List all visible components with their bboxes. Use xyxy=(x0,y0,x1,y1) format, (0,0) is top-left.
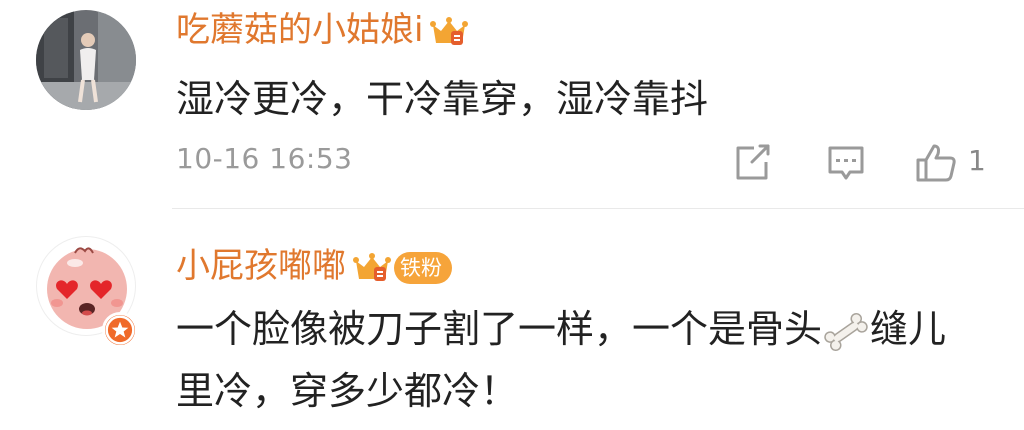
comment-text: 一个脸像被刀子割了一样，一个是骨头 缝儿里冷，穿多少都冷！ xyxy=(176,298,984,422)
divider xyxy=(172,208,1024,209)
verified-star-icon xyxy=(102,312,138,348)
username[interactable]: 小屁孩嘟嘟 铁粉 xyxy=(176,244,452,288)
fan-badge: 铁粉 xyxy=(394,251,452,284)
comment-icon[interactable] xyxy=(824,140,868,184)
share-icon[interactable] xyxy=(730,140,774,184)
like-count: 1 xyxy=(968,144,986,177)
crown-icon xyxy=(430,16,469,45)
timestamp: 10-16 16:53 xyxy=(176,142,353,175)
bone-icon xyxy=(824,312,868,351)
comment-item: 小屁孩嘟嘟 铁粉 一个脸像被刀子割了一样，一个是骨头 缝儿里冷，穿多少都冷！ xyxy=(0,212,1024,430)
user-avatar[interactable] xyxy=(36,10,136,110)
username-text[interactable]: 吃蘑菇的小姑娘i xyxy=(176,10,423,50)
comment-text-part: 一个脸像被刀子割了一样，一个是骨头 xyxy=(176,307,823,351)
username-text[interactable]: 小屁孩嘟嘟 xyxy=(176,246,346,286)
comment-text: 湿冷更冷，干冷靠穿，湿冷靠抖 xyxy=(176,77,709,121)
comment-item: 吃蘑菇的小姑娘i 湿冷更冷，干冷靠穿，湿冷靠抖 10-16 16:53 1 xyxy=(0,0,1024,210)
crown-icon xyxy=(353,252,391,281)
like-icon[interactable] xyxy=(914,140,958,184)
username[interactable]: 吃蘑菇的小姑娘i xyxy=(176,8,469,52)
photo-avatar-icon xyxy=(36,10,136,110)
